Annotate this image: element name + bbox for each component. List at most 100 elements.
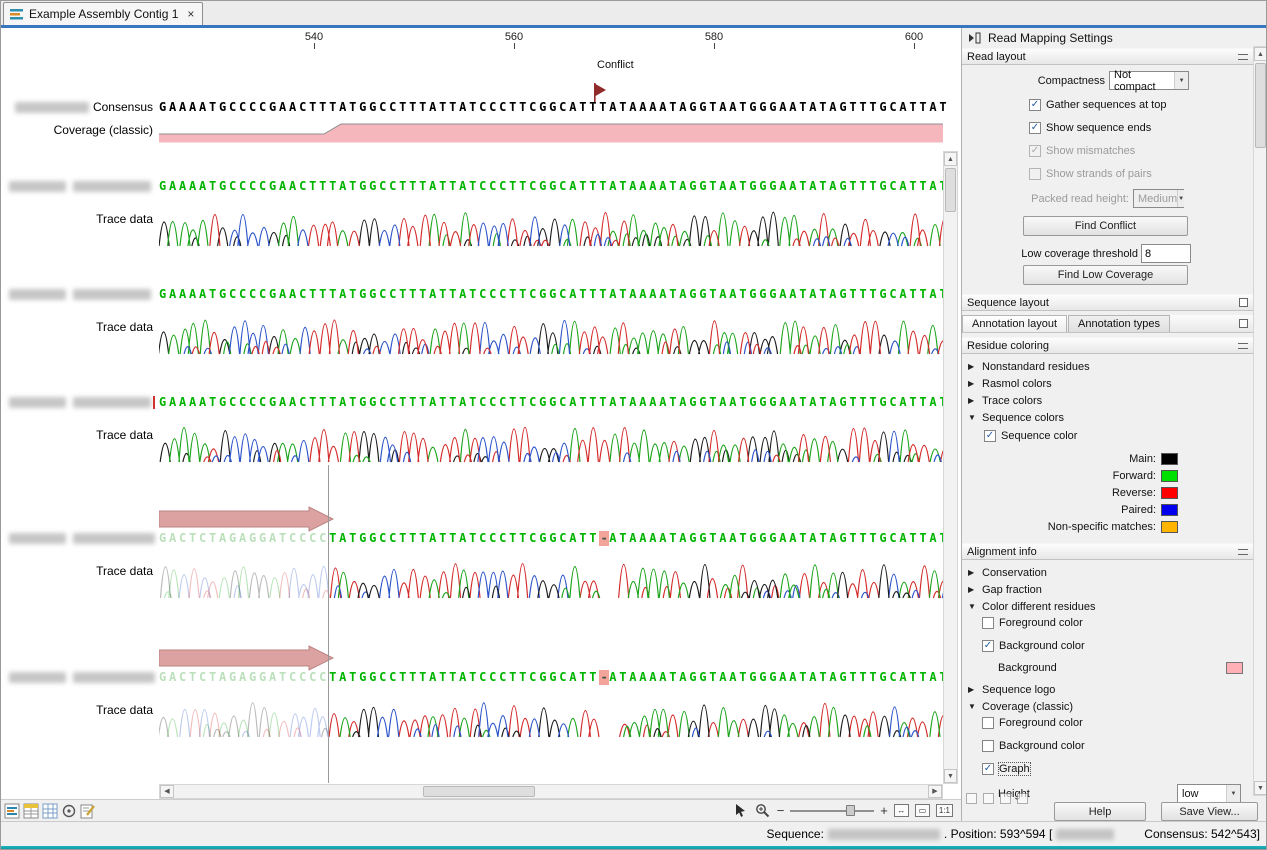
help-button[interactable]: Help <box>1054 802 1146 821</box>
zoom-slider[interactable] <box>790 804 874 817</box>
checkbox-foreground-color[interactable]: Foreground color <box>982 615 1253 631</box>
scroll-down-icon[interactable]: ▼ <box>944 769 957 783</box>
fit-screen-icon[interactable]: ▭ <box>915 804 930 817</box>
low-coverage-threshold-input[interactable] <box>1141 244 1191 263</box>
chevron-collapsed-icon[interactable] <box>968 585 977 594</box>
trace-chromatogram[interactable] <box>159 303 943 355</box>
trace-chromatogram[interactable] <box>159 547 943 599</box>
color-swatch[interactable] <box>1226 662 1243 674</box>
conflict-residue[interactable]: - <box>599 531 609 546</box>
checkbox-icon[interactable] <box>984 430 996 442</box>
checkbox-icon[interactable] <box>982 617 994 629</box>
scroll-left-icon[interactable]: ◀ <box>160 785 174 798</box>
scroll-up-icon[interactable]: ▲ <box>1254 47 1267 61</box>
checkbox-icon[interactable] <box>982 740 994 752</box>
zoom-slider-thumb[interactable] <box>846 805 855 816</box>
table-view-icon[interactable] <box>42 803 58 819</box>
tree-item-rasmol-colors[interactable]: Rasmol colors <box>962 375 1253 392</box>
side-panel-icon[interactable] <box>968 32 982 44</box>
color-swatch[interactable] <box>1161 453 1178 465</box>
trace-chromatogram[interactable] <box>159 411 943 463</box>
read-sequence[interactable]: GACTCTAGAGGATCCCCTATGGCCTTTATTATCCCTTCGG… <box>159 531 949 546</box>
panel-scrollbar[interactable]: ▲ ▼ <box>1253 46 1267 796</box>
height-select[interactable]: low <box>1177 784 1241 803</box>
close-icon[interactable]: × <box>187 7 194 21</box>
chevron-expanded-icon[interactable] <box>968 702 977 711</box>
compactness-select[interactable]: Not compact <box>1109 71 1189 90</box>
color-swatch[interactable] <box>1161 521 1178 533</box>
checkbox-sequence-color[interactable]: Sequence color <box>984 428 1253 444</box>
checkbox-icon[interactable] <box>1029 99 1041 111</box>
conflict-residue[interactable]: - <box>599 670 609 685</box>
tree-item-gap-fraction[interactable]: Gap fraction <box>962 581 1253 598</box>
chevron-expanded-icon[interactable] <box>968 602 977 611</box>
tab-annotation-types[interactable]: Annotation types <box>1068 315 1170 332</box>
checkbox-foreground-color[interactable]: Foreground color <box>982 715 1253 731</box>
scroll-up-icon[interactable]: ▲ <box>944 152 957 166</box>
scroll-down-icon[interactable]: ▼ <box>1254 781 1267 795</box>
read-direction-arrow[interactable] <box>159 645 337 671</box>
chevron-collapsed-icon[interactable] <box>968 396 977 405</box>
zoom-in-button[interactable]: + <box>880 804 888 817</box>
checkbox-icon[interactable] <box>982 763 994 775</box>
one-to-one-zoom-button[interactable]: 1:1 <box>936 804 953 817</box>
save-view-button[interactable]: Save View... <box>1161 802 1258 821</box>
tree-item-nonstandard-residues[interactable]: Nonstandard residues <box>962 358 1253 375</box>
panel-scroll-thumb[interactable] <box>1255 63 1266 148</box>
checkbox-show-sequence-ends[interactable]: Show sequence ends <box>1029 120 1253 136</box>
tree-item-color-different-residues[interactable]: Color different residues <box>962 598 1253 615</box>
chevron-expanded-icon[interactable] <box>968 413 977 422</box>
chevron-collapsed-icon[interactable] <box>968 568 977 577</box>
color-swatch[interactable] <box>1161 487 1178 499</box>
annotation-view-icon[interactable] <box>80 803 96 819</box>
graphical-view-icon[interactable] <box>4 803 20 819</box>
chevron-collapsed-icon[interactable] <box>968 685 977 694</box>
tree-item-sequence-logo[interactable]: Sequence logo <box>962 681 1253 698</box>
horizontal-scroll-thumb[interactable] <box>423 786 535 797</box>
checkbox-icon[interactable] <box>982 717 994 729</box>
zoom-in-magnifier-icon[interactable] <box>755 803 771 818</box>
group-header-read-layout[interactable]: Read layout <box>962 48 1253 65</box>
checkbox-icon[interactable] <box>982 640 994 652</box>
group-header-sequence-layout[interactable]: Sequence layout <box>962 294 1253 311</box>
chevron-collapsed-icon[interactable] <box>968 379 977 388</box>
find-conflict-button[interactable]: Find Conflict <box>1023 216 1188 236</box>
checkbox-graph[interactable]: Graph <box>982 761 1253 777</box>
chevron-collapsed-icon[interactable] <box>968 362 977 371</box>
checkbox-icon[interactable] <box>1029 122 1041 134</box>
palette-icon[interactable] <box>1239 298 1248 307</box>
trace-chromatogram[interactable] <box>159 686 943 738</box>
circular-view-icon[interactable] <box>61 803 77 819</box>
vertical-scrollbar[interactable]: ▲ ▼ <box>943 151 958 784</box>
checkbox-gather-sequences-at-top[interactable]: Gather sequences at top <box>1029 97 1253 113</box>
tab-example-assembly-contig[interactable]: Example Assembly Contig 1 × <box>3 2 203 25</box>
palette-settings-icon[interactable] <box>966 793 977 804</box>
collapse-group-icon[interactable] <box>1238 549 1248 555</box>
palette-icon[interactable] <box>1239 319 1248 328</box>
group-header-alignment-info[interactable]: Alignment info <box>962 543 1253 560</box>
palette-settings-icon[interactable] <box>1000 793 1011 804</box>
read-sequence[interactable]: GAAAATGCCCCGAACTTTATGGCCTTTATTATCCCTTCGG… <box>159 287 949 302</box>
zoom-out-button[interactable]: − <box>777 804 785 817</box>
find-low-coverage-button[interactable]: Find Low Coverage <box>1023 265 1188 285</box>
scroll-right-icon[interactable]: ▶ <box>928 785 942 798</box>
read-sequence[interactable]: GACTCTAGAGGATCCCCTATGGCCTTTATTATCCCTTCGG… <box>159 670 949 685</box>
tree-item-conservation[interactable]: Conservation <box>962 564 1253 581</box>
tree-item-coverage-classic[interactable]: Coverage (classic) <box>962 698 1253 715</box>
checkbox-background-color[interactable]: Background color <box>982 738 1253 754</box>
trace-chromatogram[interactable] <box>159 195 943 247</box>
palette-settings-icon[interactable] <box>983 793 994 804</box>
horizontal-scrollbar[interactable]: ◀ ▶ <box>159 784 943 799</box>
read-sequence[interactable]: GAAAATGCCCCGAACTTTATGGCCTTTATTATCCCTTCGG… <box>159 395 949 410</box>
read-direction-arrow[interactable] <box>159 506 337 532</box>
vertical-scroll-thumb[interactable] <box>945 168 956 212</box>
tab-annotation-layout[interactable]: Annotation layout <box>962 315 1067 332</box>
selection-pointer-icon[interactable] <box>734 803 749 818</box>
read-sequence[interactable]: GAAAATGCCCCGAACTTTATGGCCTTTATTATCCCTTCGG… <box>159 179 949 194</box>
fit-width-icon[interactable]: ↔ <box>894 804 909 817</box>
collapse-group-icon[interactable] <box>1238 54 1248 60</box>
coverage-graph[interactable] <box>159 122 944 143</box>
palette-settings-icon[interactable] <box>1017 793 1028 804</box>
color-swatch[interactable] <box>1161 470 1178 482</box>
color-swatch[interactable] <box>1161 504 1178 516</box>
